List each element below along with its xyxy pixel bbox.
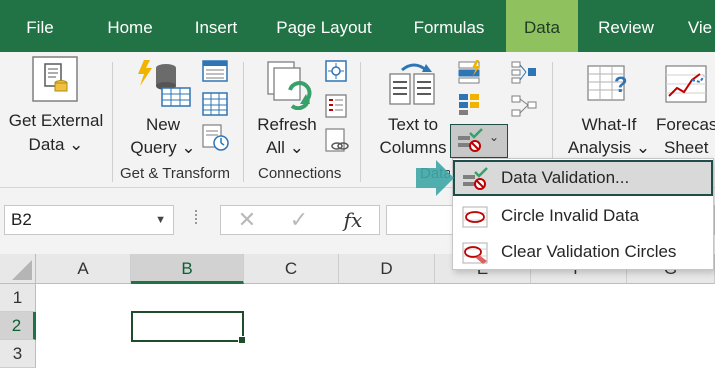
forecast-sheet-icon [665, 65, 707, 103]
new-query-icon [138, 60, 191, 107]
tab-insert[interactable]: Insert [184, 0, 248, 52]
remove-duplicates-icon[interactable] [458, 92, 482, 116]
row-header-3[interactable]: 3 [0, 340, 36, 368]
data-validation-menu: Data Validation... Circle Invalid Data C… [452, 158, 714, 270]
chevron-down-icon: ⌄ [489, 130, 500, 144]
select-all-button[interactable] [0, 254, 36, 284]
data-validation-icon [463, 167, 488, 190]
what-if-analysis-label-1: What-If [581, 115, 637, 134]
formula-bar-grip[interactable] [194, 208, 198, 232]
tab-review[interactable]: Review [588, 0, 664, 52]
callout-arrow-icon [416, 160, 454, 196]
ribbon-separator [112, 62, 113, 182]
tab-formulas[interactable]: Formulas [398, 0, 500, 52]
tab-view[interactable]: Vie [680, 0, 715, 52]
ribbon-separator [243, 62, 244, 182]
flash-fill-icon[interactable] [458, 60, 482, 84]
text-to-columns-icon [389, 63, 435, 105]
from-table-icon[interactable] [202, 92, 228, 116]
properties-icon[interactable] [325, 94, 347, 118]
column-header-b[interactable]: B [131, 254, 244, 284]
menu-item-label: Clear Validation Circles [501, 242, 677, 261]
chevron-down-icon[interactable]: ▼ [155, 206, 166, 234]
column-header-c[interactable]: C [244, 254, 339, 284]
consolidate-icon[interactable] [510, 60, 538, 84]
row-header-2[interactable]: 2 [0, 312, 36, 340]
forecast-sheet-label-2: Sheet [664, 138, 709, 157]
menu-item-label: Circle Invalid Data [501, 206, 639, 225]
menu-bar: File Home Insert Page Layout Formulas Da… [0, 0, 715, 52]
text-to-columns-label-2: Columns [379, 138, 447, 157]
get-external-data-icon [32, 56, 78, 102]
formula-buttons: ✕ ✓ fx [220, 205, 380, 235]
name-box-value: B2 [11, 210, 32, 229]
name-box[interactable]: B2 ▼ [4, 205, 174, 235]
refresh-all-label-1: Refresh [257, 115, 317, 134]
relationships-icon[interactable] [510, 94, 538, 118]
tab-data[interactable]: Data [506, 0, 578, 52]
text-to-columns-label-1: Text to [387, 115, 439, 134]
group-label-connections: Connections [258, 165, 342, 182]
menu-item-data-validation[interactable]: Data Validation... [453, 160, 713, 196]
tab-home[interactable]: Home [92, 0, 168, 52]
data-validation-split-button[interactable]: ⌄ [450, 124, 508, 158]
cancel-icon[interactable]: ✕ [227, 206, 267, 234]
connections-icon[interactable] [325, 60, 347, 82]
svg-text:?: ? [614, 72, 627, 97]
enter-icon[interactable]: ✓ [279, 206, 319, 234]
selected-cell-b2[interactable] [131, 311, 246, 344]
group-label-get-transform: Get & Transform [120, 165, 231, 182]
circle-invalid-data-icon [462, 206, 488, 228]
menu-item-circle-invalid-data[interactable]: Circle Invalid Data [453, 198, 713, 234]
tab-page-layout[interactable]: Page Layout [266, 0, 382, 52]
forecast-sheet-label-1: Forecas [656, 115, 715, 134]
tab-file[interactable]: File [12, 0, 68, 52]
menu-item-label: Data Validation... [501, 168, 630, 187]
clear-validation-circles-icon [462, 242, 488, 264]
new-query-label-1: New [145, 115, 180, 134]
recent-sources-icon[interactable] [202, 124, 230, 152]
get-external-data-label-2: Data ⌄ [28, 135, 84, 154]
insert-function-icon[interactable]: fx [333, 206, 373, 234]
data-validation-icon [458, 128, 483, 152]
get-external-data-label-1: Get External [8, 111, 104, 130]
row-header-1[interactable]: 1 [0, 284, 36, 312]
edit-links-icon[interactable] [325, 128, 349, 154]
what-if-analysis-label-2: Analysis ⌄ [567, 138, 651, 157]
refresh-all-icon [267, 61, 312, 110]
refresh-all-label-2: All ⌄ [266, 138, 304, 157]
new-query-label-2: Query ⌄ [130, 138, 196, 157]
column-header-d[interactable]: D [339, 254, 435, 284]
column-header-a[interactable]: A [36, 254, 131, 284]
menu-item-clear-validation-circles[interactable]: Clear Validation Circles [453, 234, 713, 270]
ribbon-separator [360, 62, 361, 182]
what-if-analysis-icon: ? [587, 65, 627, 101]
show-queries-icon[interactable] [202, 60, 228, 82]
